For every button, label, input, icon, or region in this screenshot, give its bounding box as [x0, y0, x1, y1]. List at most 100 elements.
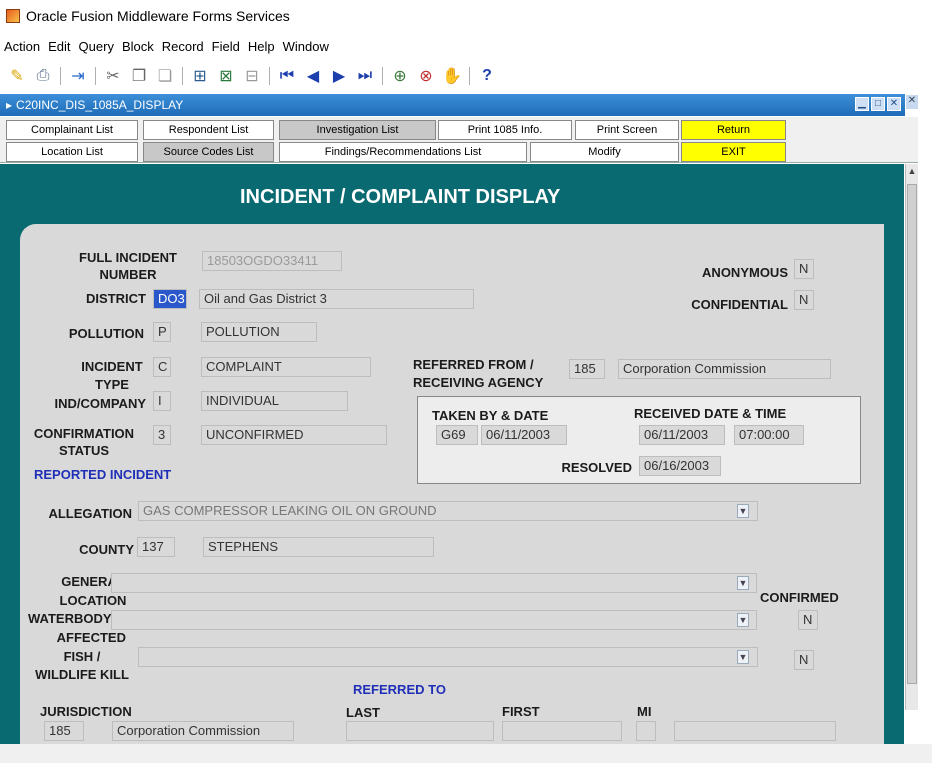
fish-wildlife-dropdown-icon[interactable]: ▼	[737, 650, 749, 664]
referred-mi-field[interactable]	[636, 721, 656, 741]
vertical-scrollbar[interactable]: ▲	[905, 164, 918, 710]
full-incident-number-field[interactable]: 18503OGDO33411	[202, 251, 342, 271]
last-record-icon[interactable]: ⏭	[354, 65, 376, 87]
insert-record-icon[interactable]: ⊕	[389, 65, 411, 87]
pollution-code-field[interactable]: P	[153, 322, 171, 342]
location-list-button[interactable]: Location List	[6, 142, 138, 162]
county-label: COUNTY	[79, 542, 134, 557]
last-name-label: LAST	[346, 705, 380, 720]
toolbar: ✎ ⎙ ⇥ ✂ ❐ ❏ ⊞ ⊠ ⊟ ⏮ ◀ ▶ ⏭ ⊕ ⊗ ✋ ?	[0, 60, 932, 92]
modify-button[interactable]: Modify	[530, 142, 679, 162]
investigation-list-button[interactable]: Investigation List	[279, 120, 436, 140]
toolbar-separator	[382, 67, 383, 85]
general-location-dropdown-icon[interactable]: ▼	[737, 576, 749, 590]
complainant-list-button[interactable]: Complainant List	[6, 120, 138, 140]
execute-query-icon[interactable]: ⊠	[215, 65, 237, 87]
menu-bar: Action Edit Query Block Record Field Hel…	[0, 34, 932, 58]
waterbody-dropdown-icon[interactable]: ▼	[737, 613, 749, 627]
cancel-query-icon[interactable]: ⊟	[241, 65, 263, 87]
first-name-label: FIRST	[502, 704, 540, 719]
menu-query[interactable]: Query	[79, 39, 114, 54]
copy-icon[interactable]: ❐	[128, 65, 150, 87]
general-location-field[interactable]	[111, 573, 757, 593]
menu-window[interactable]: Window	[283, 39, 329, 54]
minimize-icon[interactable]: ▁	[855, 97, 869, 111]
cut-icon[interactable]: ✂	[102, 65, 124, 87]
scroll-thumb[interactable]	[907, 184, 917, 684]
referred-from-code-field[interactable]: 185	[569, 359, 605, 379]
district-label: DISTRICT	[86, 291, 146, 306]
source-codes-list-button[interactable]: Source Codes List	[143, 142, 274, 162]
menu-block[interactable]: Block	[122, 39, 154, 54]
received-time-field[interactable]: 07:00:00	[734, 425, 804, 445]
referred-first-name-field[interactable]	[502, 721, 622, 741]
previous-record-icon[interactable]: ◀	[302, 65, 324, 87]
exit-icon[interactable]: ⇥	[67, 65, 89, 87]
anonymous-field[interactable]: N	[794, 259, 814, 279]
confidential-field[interactable]: N	[794, 290, 814, 310]
scroll-up-icon[interactable]: ▲	[906, 166, 918, 178]
resolved-date-field[interactable]: 06/16/2003	[639, 456, 721, 476]
fish-kill-confirmed-field[interactable]: N	[794, 650, 814, 670]
fish-wildlife-kill-field[interactable]	[138, 647, 758, 667]
confirmed-label: CONFIRMED	[760, 590, 839, 605]
referred-last-name-field[interactable]	[346, 721, 494, 741]
toolbar-separator	[60, 67, 61, 85]
received-date-time-label: RECEIVED DATE & TIME	[634, 406, 787, 421]
first-record-icon[interactable]: ⏮	[276, 65, 298, 87]
incident-type-code-field[interactable]: C	[153, 357, 171, 377]
menu-help[interactable]: Help	[248, 39, 275, 54]
paste-icon[interactable]: ❏	[154, 65, 176, 87]
county-code-field[interactable]: 137	[137, 537, 175, 557]
java-app-icon	[6, 9, 20, 23]
outer-close-icon[interactable]: ✕	[906, 95, 918, 109]
return-button[interactable]: Return	[681, 120, 786, 140]
referred-from-name-field[interactable]: Corporation Commission	[618, 359, 831, 379]
confirmation-code-field[interactable]: 3	[153, 425, 171, 445]
waterbody-field[interactable]	[111, 610, 757, 630]
confirmation-name-field[interactable]: UNCONFIRMED	[201, 425, 387, 445]
menu-record[interactable]: Record	[162, 39, 204, 54]
lock-record-icon[interactable]: ✋	[441, 65, 463, 87]
taken-by-field[interactable]: G69	[436, 425, 478, 445]
print-icon[interactable]: ⎙	[32, 65, 54, 87]
menu-edit[interactable]: Edit	[48, 39, 70, 54]
allegation-field[interactable]: GAS COMPRESSOR LEAKING OIL ON GROUND	[138, 501, 758, 521]
close-icon[interactable]: ✕	[887, 97, 901, 111]
respondent-list-button[interactable]: Respondent List	[143, 120, 274, 140]
print-screen-button[interactable]: Print Screen	[575, 120, 679, 140]
help-icon[interactable]: ?	[476, 65, 498, 87]
jurisdiction-code-field[interactable]: 185	[44, 721, 84, 741]
incident-type-label: INCIDENT TYPE	[81, 359, 143, 392]
save-icon[interactable]: ✎	[6, 65, 28, 87]
ind-company-name-field[interactable]: INDIVIDUAL	[201, 391, 348, 411]
form-window-titlebar: ▸ C20INC_DIS_1085A_DISPLAY ▁ □ ✕	[0, 94, 905, 116]
waterbody-confirmed-field[interactable]: N	[798, 610, 818, 630]
jurisdiction-name-field[interactable]: Corporation Commission	[112, 721, 294, 741]
referred-from-label: REFERRED FROM / RECEIVING AGENCY	[413, 357, 544, 390]
pollution-name-field[interactable]: POLLUTION	[201, 322, 317, 342]
delete-record-icon[interactable]: ⊗	[415, 65, 437, 87]
allegation-dropdown-icon[interactable]: ▼	[737, 504, 749, 518]
district-name-field[interactable]: Oil and Gas District 3	[199, 289, 474, 309]
print-1085-info-button[interactable]: Print 1085 Info.	[438, 120, 572, 140]
status-bar	[0, 744, 932, 763]
menu-field[interactable]: Field	[212, 39, 240, 54]
menu-action[interactable]: Action	[4, 39, 40, 54]
next-record-icon[interactable]: ▶	[328, 65, 350, 87]
county-name-field[interactable]: STEPHENS	[203, 537, 434, 557]
referred-extra-field[interactable]	[674, 721, 836, 741]
jurisdiction-label: JURISDICTION	[40, 704, 132, 719]
waterbody-label: WATERBODY	[28, 611, 112, 626]
confidential-label: CONFIDENTIAL	[691, 297, 788, 312]
maximize-icon[interactable]: □	[871, 97, 885, 111]
ind-company-code-field[interactable]: I	[153, 391, 171, 411]
district-code-field[interactable]: DO3	[153, 289, 187, 309]
received-date-field[interactable]: 06/11/2003	[639, 425, 725, 445]
findings-recommendations-list-button[interactable]: Findings/Recommendations List	[279, 142, 527, 162]
enter-query-icon[interactable]: ⊞	[189, 65, 211, 87]
window-titlebar: Oracle Fusion Middleware Forms Services	[0, 0, 932, 32]
incident-type-name-field[interactable]: COMPLAINT	[201, 357, 371, 377]
exit-button[interactable]: EXIT	[681, 142, 786, 162]
taken-date-field[interactable]: 06/11/2003	[481, 425, 567, 445]
